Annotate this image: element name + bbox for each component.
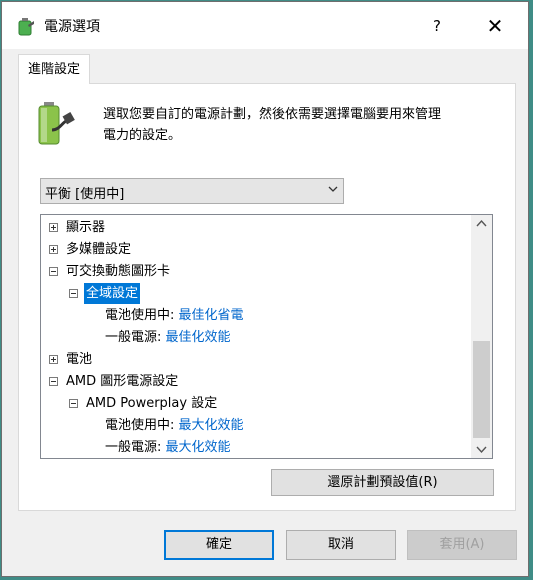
scrollbar-thumb[interactable] [473,341,490,438]
help-button[interactable]: ? [414,9,460,43]
collapse-icon[interactable] [49,377,58,386]
cancel-button[interactable]: 取消 [286,530,396,560]
expand-icon[interactable] [49,223,58,232]
restore-defaults-button[interactable]: 還原計劃預設值(R) [271,469,494,496]
expand-icon[interactable] [49,355,58,364]
description-line-2: 電力的設定。 [103,128,182,143]
setting-value-link[interactable]: 最大化效能 [166,440,231,455]
collapse-icon[interactable] [69,399,78,408]
window-title: 電源選項 [44,19,100,35]
apply-button[interactable]: 套用(A) [407,530,517,560]
setting-value-link[interactable]: 最佳化效能 [166,330,231,345]
chevron-down-icon [328,186,338,192]
settings-tree[interactable]: 顯示器 多媒體設定 可交換動態圖形卡 全域設定 電池使用中: 最佳化省電 一般電… [40,214,493,459]
power-plan-value: 平衡 [使用中] [45,187,125,202]
tab-advanced-settings[interactable]: 進階設定 [18,54,90,84]
setting-value-link[interactable]: 最佳化省電 [179,308,244,323]
vertical-scrollbar[interactable] [471,215,492,458]
power-options-icon [18,18,34,36]
battery-plug-icon [38,102,75,145]
collapse-icon[interactable] [49,267,58,276]
scroll-down-icon[interactable] [471,441,492,458]
power-plan-dropdown[interactable]: 平衡 [使用中] [40,178,344,204]
tree-item-on-battery[interactable]: 電池使用中: 最佳化省電 [105,305,244,326]
setting-value-link[interactable]: 最大化效能 [179,418,244,433]
expand-icon[interactable] [49,245,58,254]
tree-item-amd-plugged-in[interactable]: 一般電源: 最大化效能 [105,437,231,458]
power-options-dialog: 電源選項 ? ✕ 進階設定 選取您要自訂的電源計劃，然後依需要選擇電腦要用來管理… [1,1,529,577]
collapse-icon[interactable] [69,289,78,298]
close-button[interactable]: ✕ [472,9,518,43]
tree-item-amd-on-battery[interactable]: 電池使用中: 最大化效能 [105,415,244,436]
description-line-1: 選取您要自訂的電源計劃，然後依需要選擇電腦要用來管理 [103,107,442,122]
scroll-up-icon[interactable] [471,215,492,232]
tree-item-plugged-in[interactable]: 一般電源: 最佳化效能 [105,327,231,348]
ok-button[interactable]: 確定 [164,530,274,560]
title-bar: 電源選項 ? ✕ [2,2,528,49]
